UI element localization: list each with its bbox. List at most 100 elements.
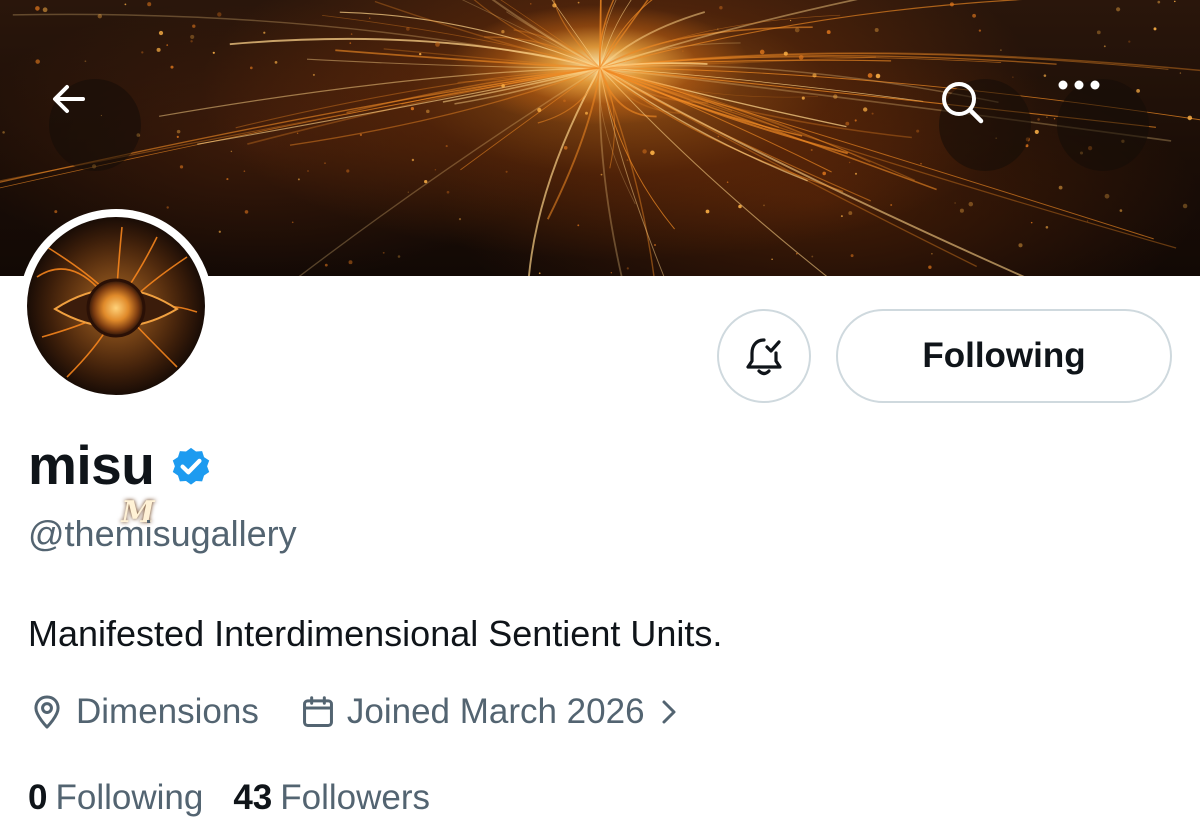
bell-check-icon <box>742 334 786 378</box>
banner-spark <box>411 158 415 162</box>
banner-spark <box>263 31 266 34</box>
banner-spark <box>218 230 221 233</box>
banner-spark <box>141 51 144 54</box>
calendar-icon <box>299 693 337 731</box>
banner-filament <box>12 13 601 69</box>
banner-spark <box>369 17 371 19</box>
banner-spark <box>811 255 814 258</box>
banner-spark <box>812 73 817 78</box>
following-button[interactable]: Following <box>836 309 1172 403</box>
followers-stat[interactable]: 43 Followers <box>233 776 430 820</box>
banner-spark <box>705 209 710 214</box>
banner-spark <box>717 28 719 30</box>
location-text: Dimensions <box>76 692 259 731</box>
banner-spark <box>244 210 249 214</box>
banner-spark <box>1157 0 1161 4</box>
banner-spark <box>653 243 657 247</box>
banner-spark <box>1046 116 1048 118</box>
joined-item[interactable]: Joined March 2026 <box>299 690 679 734</box>
notifications-button[interactable] <box>717 309 811 403</box>
banner-spark <box>426 109 430 114</box>
banner-spark <box>312 73 315 76</box>
banner-spark <box>552 3 557 8</box>
banner-spark <box>1058 185 1063 190</box>
verified-badge-icon[interactable] <box>168 445 214 491</box>
followers-label: Followers <box>280 778 431 817</box>
banner-spark <box>397 255 401 258</box>
banner-spark <box>577 1 580 4</box>
banner-spark <box>968 201 974 207</box>
banner-spark <box>424 179 428 184</box>
banner-spark <box>192 24 196 28</box>
banner-spark <box>1053 117 1056 120</box>
more-button[interactable] <box>1057 79 1149 171</box>
banner-spark <box>822 171 827 176</box>
banner-spark <box>972 13 976 18</box>
banner-spark <box>324 263 328 267</box>
following-count: 0 <box>28 778 48 817</box>
banner-spark <box>359 133 363 137</box>
banner-spark <box>1030 221 1033 224</box>
banner-spark <box>217 12 222 17</box>
banner-spark <box>717 135 720 138</box>
banner-spark <box>1119 209 1123 212</box>
joined-text: Joined March 2026 <box>346 692 645 731</box>
banner-spark <box>626 159 629 161</box>
banner-spark <box>1116 7 1121 12</box>
banner-spark <box>1103 45 1106 48</box>
banner-spark <box>874 28 879 32</box>
back-button[interactable] <box>49 79 141 171</box>
following-stat[interactable]: 0 Following <box>28 776 203 820</box>
banner-spark <box>35 59 40 64</box>
search-button[interactable] <box>939 79 1031 171</box>
banner-spark <box>35 6 40 11</box>
banner-spark <box>419 52 422 56</box>
banner-spark <box>435 42 440 47</box>
banner-filament <box>599 0 1023 69</box>
banner-spark <box>854 172 858 175</box>
banner-spark <box>759 49 765 55</box>
banner-spark <box>920 162 922 165</box>
banner-spark <box>42 7 48 13</box>
banner-spark <box>230 150 233 153</box>
banner-spark <box>249 66 253 70</box>
location-item: Dimensions <box>28 690 259 734</box>
banner-spark <box>1182 203 1188 209</box>
banner-spark <box>850 254 854 258</box>
banner-spark <box>916 129 920 133</box>
banner-spark <box>845 121 850 126</box>
banner-spark <box>406 27 410 31</box>
banner-spark <box>763 204 765 207</box>
banner-spark <box>854 119 857 122</box>
banner-spark <box>867 73 873 78</box>
banner-spark <box>382 251 385 254</box>
banner-spark <box>848 161 851 164</box>
banner-spark <box>538 272 541 275</box>
banner-spark <box>158 30 164 36</box>
location-pin-icon <box>28 693 66 731</box>
banner-spark <box>307 170 309 172</box>
banner-spark <box>170 65 174 69</box>
banner-spark <box>1045 226 1049 229</box>
avatar[interactable]: M <box>27 217 205 530</box>
avatar-frame[interactable]: M <box>19 209 213 530</box>
banner-filament <box>527 67 601 276</box>
banner-spark <box>719 6 723 10</box>
banner-spark <box>577 224 580 227</box>
banner-spark <box>530 3 532 5</box>
banner-spark <box>1034 129 1039 134</box>
banner-spark <box>1128 40 1131 43</box>
banner-spark <box>650 150 655 156</box>
banner-spark <box>407 191 409 193</box>
banner-spark <box>833 94 838 99</box>
banner-spark <box>226 178 229 181</box>
banner-spark <box>801 96 805 100</box>
banner-spark <box>1136 89 1140 93</box>
banner-spark <box>212 51 215 54</box>
banner-filament <box>306 58 601 69</box>
banner-spark <box>726 181 729 183</box>
banner-spark <box>771 258 773 260</box>
banner-spark <box>978 29 982 32</box>
chevron-right-icon <box>659 697 679 727</box>
display-name: misu <box>28 434 155 496</box>
